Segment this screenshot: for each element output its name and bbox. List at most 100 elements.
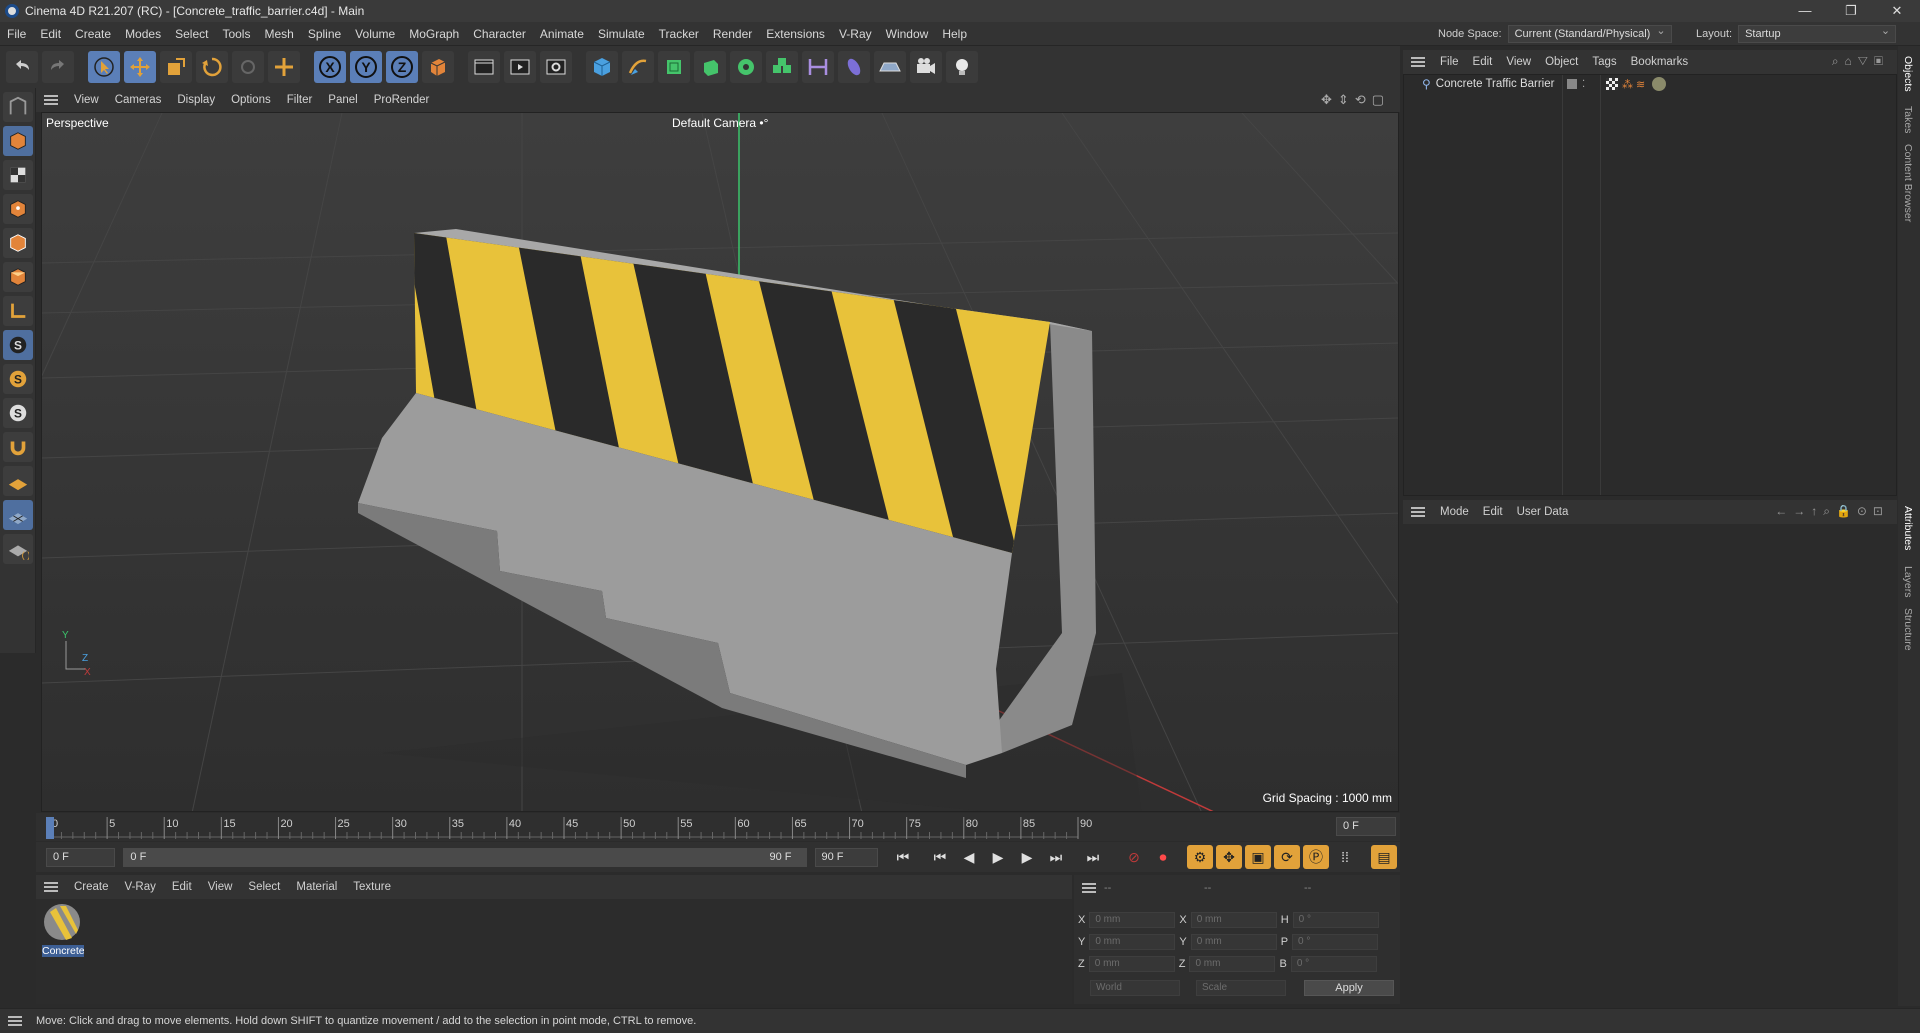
viewport-menu-display[interactable]: Display: [169, 94, 223, 106]
pos-z-field[interactable]: 0 mm: [1088, 956, 1175, 972]
start-frame-field[interactable]: 0 F: [46, 847, 116, 867]
key-position-icon[interactable]: ✥: [1215, 845, 1242, 869]
timeline-window-icon[interactable]: ▤: [1370, 845, 1397, 869]
undo-icon[interactable]: [6, 51, 38, 83]
polygons-mode-icon[interactable]: [3, 262, 33, 292]
recent-tool-icon[interactable]: [232, 51, 264, 83]
go-to-end-icon[interactable]: ⏭: [1080, 845, 1106, 869]
viewport-menu-panel[interactable]: Panel: [320, 94, 365, 106]
menu-animate[interactable]: Animate: [533, 27, 591, 41]
move-icon[interactable]: [124, 51, 156, 83]
editor-visibility-icon[interactable]: [1567, 79, 1577, 89]
prev-frame-icon[interactable]: ◀: [956, 845, 982, 869]
menu-vray[interactable]: V-Ray: [832, 27, 879, 41]
viewport-menu-cameras[interactable]: Cameras: [107, 94, 170, 106]
key-rotation-icon[interactable]: ⟳: [1273, 845, 1300, 869]
menu-edit[interactable]: Edit: [33, 27, 68, 41]
menu-render[interactable]: Render: [706, 27, 759, 41]
pos-y-field[interactable]: 0 mm: [1089, 934, 1176, 950]
live-selection-icon[interactable]: [88, 51, 120, 83]
x-axis-lock-icon[interactable]: X: [314, 51, 346, 83]
menu-extensions[interactable]: Extensions: [759, 27, 832, 41]
tab-structure[interactable]: Structure: [1902, 608, 1914, 651]
coordinate-system-icon[interactable]: [422, 51, 454, 83]
viewport-camera-label[interactable]: Default Camera •°: [672, 116, 768, 130]
make-editable-icon[interactable]: [3, 92, 33, 122]
restore-button[interactable]: ❐: [1828, 0, 1874, 22]
current-frame-field[interactable]: 0 F: [1336, 817, 1396, 836]
menu-simulate[interactable]: Simulate: [591, 27, 652, 41]
attribute-nav-icons[interactable]: ←→↑⌕🔒⊙⊡: [1775, 504, 1889, 519]
next-frame-icon[interactable]: ▶: [1014, 845, 1040, 869]
object-row[interactable]: ⚲ Concrete Traffic Barrier ⁚ ⁂ ≋: [1404, 75, 1894, 93]
points-mode-icon[interactable]: [3, 194, 33, 224]
material-menu-icon[interactable]: [44, 882, 58, 892]
menu-tracker[interactable]: Tracker: [652, 27, 706, 41]
render-view-icon[interactable]: [468, 51, 500, 83]
viewport-menu-icon[interactable]: [44, 95, 58, 105]
material-menu-view[interactable]: View: [200, 881, 241, 893]
object-menu-file[interactable]: File: [1433, 56, 1466, 68]
viewport-menu-prorender[interactable]: ProRender: [366, 94, 438, 106]
model-mode-icon[interactable]: [3, 126, 33, 156]
node-space-dropdown[interactable]: Current (Standard/Physical): [1507, 23, 1672, 43]
object-menu-tags[interactable]: Tags: [1585, 56, 1623, 68]
rotate-icon[interactable]: [196, 51, 228, 83]
pen-icon[interactable]: [622, 51, 654, 83]
size-y-field[interactable]: 0 mm: [1190, 934, 1277, 950]
light-icon[interactable]: [946, 51, 978, 83]
next-key-icon[interactable]: ⏭: [1043, 845, 1069, 869]
object-menu-edit[interactable]: Edit: [1466, 56, 1500, 68]
coordinate-menu-icon[interactable]: [1082, 883, 1096, 893]
close-button[interactable]: ✕: [1874, 0, 1920, 22]
attribute-menu-icon[interactable]: [1411, 507, 1425, 517]
scale-icon[interactable]: [160, 51, 192, 83]
world-axis-icon[interactable]: [268, 51, 300, 83]
object-search-icons[interactable]: ⌕⌂▽▣: [1832, 54, 1889, 69]
material-menu-select[interactable]: Select: [240, 881, 288, 893]
workplane-icon[interactable]: [3, 466, 33, 496]
material-menu-edit[interactable]: Edit: [164, 881, 200, 893]
redo-icon[interactable]: [42, 51, 74, 83]
prev-key-icon[interactable]: ⏮: [927, 845, 953, 869]
timeline-ruler[interactable]: 0 5 10 15 20 25 30 35 40 45 50 55 60 65 70 75 80 85 90 0 F: [36, 813, 1400, 841]
render-picture-viewer-icon[interactable]: [504, 51, 536, 83]
object-menu-object[interactable]: Object: [1538, 56, 1585, 68]
menu-spline[interactable]: Spline: [301, 27, 348, 41]
object-manager[interactable]: ⚲ Concrete Traffic Barrier ⁚ ⁂ ≋: [1403, 74, 1897, 496]
pos-x-field[interactable]: 0 mm: [1089, 912, 1176, 928]
menu-create[interactable]: Create: [68, 27, 118, 41]
menu-mesh[interactable]: Mesh: [257, 27, 300, 41]
viewport-menu-filter[interactable]: Filter: [279, 94, 321, 106]
snap-grid-icon[interactable]: [3, 500, 33, 530]
phong-tag-icon[interactable]: ⁂: [1622, 78, 1633, 91]
field-icon[interactable]: [766, 51, 798, 83]
key-parameter-icon[interactable]: Ⓟ: [1302, 845, 1329, 869]
menu-mograph[interactable]: MoGraph: [402, 27, 466, 41]
tab-attributes[interactable]: Attributes: [1902, 506, 1914, 550]
render-settings-icon[interactable]: [540, 51, 572, 83]
apply-button[interactable]: Apply: [1304, 980, 1394, 996]
preview-range-slider[interactable]: 0 F 90 F: [123, 847, 807, 867]
material-tag-icon[interactable]: [1652, 77, 1666, 91]
rot-b-field[interactable]: 0 °: [1290, 956, 1377, 972]
coordinate-space-dropdown[interactable]: World: [1090, 980, 1180, 996]
coordinate-mode-dropdown[interactable]: Scale: [1196, 980, 1286, 996]
menu-file[interactable]: File: [0, 27, 33, 41]
render-visibility-icon[interactable]: ⁚: [1582, 79, 1585, 90]
material-menu-texture[interactable]: Texture: [345, 881, 399, 893]
rot-p-field[interactable]: 0 °: [1292, 934, 1379, 950]
tab-objects[interactable]: Objects: [1902, 56, 1914, 92]
record-icon[interactable]: ⊘: [1121, 845, 1147, 869]
size-x-field[interactable]: 0 mm: [1190, 912, 1277, 928]
key-pla-icon[interactable]: ⁞⁞: [1332, 845, 1358, 869]
key-scale-icon[interactable]: ▣: [1244, 845, 1271, 869]
menu-help[interactable]: Help: [935, 27, 974, 41]
texture-mode-icon[interactable]: [3, 160, 33, 190]
z-axis-lock-icon[interactable]: Z: [386, 51, 418, 83]
edges-mode-icon[interactable]: [3, 228, 33, 258]
subdivision-icon[interactable]: [658, 51, 690, 83]
menu-select[interactable]: Select: [168, 27, 215, 41]
layout-dropdown[interactable]: Startup: [1738, 23, 1897, 43]
y-axis-lock-icon[interactable]: Y: [350, 51, 382, 83]
